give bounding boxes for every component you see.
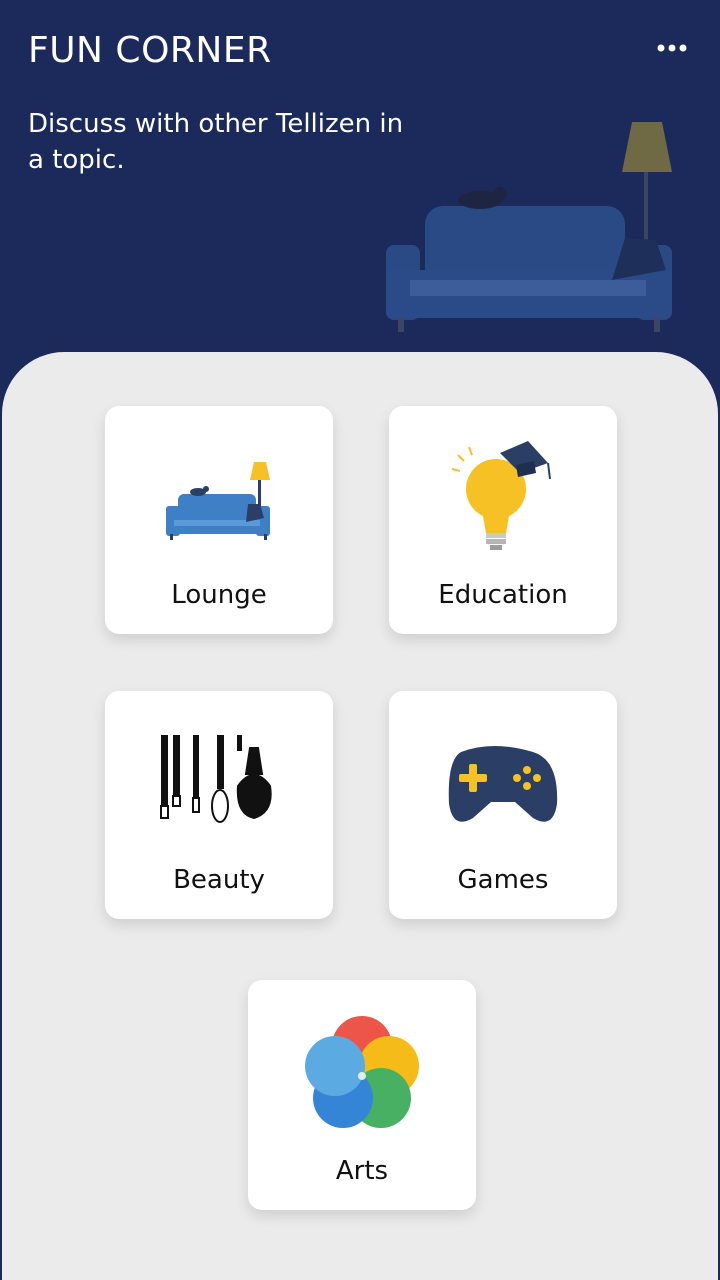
topic-label: Education — [438, 580, 568, 610]
page-subtitle: Discuss with other Tellizen in a topic. — [28, 109, 404, 175]
topic-label: Lounge — [171, 580, 267, 610]
topic-card-beauty[interactable]: Beauty — [105, 691, 333, 919]
more-horizontal-icon — [657, 44, 687, 52]
more-button[interactable] — [652, 34, 692, 62]
color-petals-icon — [305, 1016, 419, 1128]
header: FUN CORNER Discuss with other Tellizen i… — [0, 0, 720, 400]
lounge-illustration — [386, 122, 672, 332]
topic-card-education[interactable]: Education — [389, 406, 617, 634]
topic-label: Arts — [335, 1156, 389, 1186]
topic-label: Beauty — [173, 865, 265, 895]
topic-label: Games — [457, 865, 549, 895]
topic-card-lounge[interactable]: Lounge — [105, 406, 333, 634]
topic-card-games[interactable]: Games — [389, 691, 617, 919]
gamepad-icon — [448, 746, 558, 822]
sofa-icon — [166, 462, 270, 540]
page-title: FUN CORNER — [28, 30, 272, 71]
lightbulb-graduation-cap-icon — [451, 441, 551, 550]
makeup-brushes-icon — [160, 735, 272, 823]
topic-card-arts[interactable]: Arts — [248, 980, 476, 1210]
